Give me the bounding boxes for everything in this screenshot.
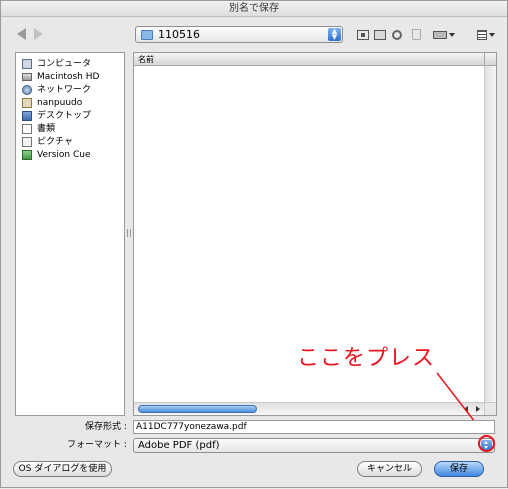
column-header-name[interactable]: 名前 xyxy=(134,53,484,66)
sidebar-item-label: デスクトップ xyxy=(37,111,92,121)
sidebar-item-computer[interactable]: コンピュータ xyxy=(20,58,124,71)
network-icon xyxy=(22,85,32,95)
popup-stepper-icon[interactable]: ▲ ▼ xyxy=(328,28,341,41)
path-popup[interactable]: 110516 ▲ ▼ xyxy=(135,26,343,43)
window-title: 別名で保存 xyxy=(1,1,507,17)
splitter-handle[interactable] xyxy=(127,229,131,237)
sidebar-item-label: コンピュータ xyxy=(37,59,92,69)
new-folder-icon[interactable] xyxy=(357,30,369,40)
desktop-icon[interactable] xyxy=(374,30,386,40)
sidebar-item-home[interactable]: nanpuudo xyxy=(20,97,124,110)
documents-icon xyxy=(22,124,32,134)
vertical-scrollbar[interactable] xyxy=(484,66,496,403)
cancel-button[interactable]: キャンセル xyxy=(357,461,422,477)
sidebar: コンピュータ Macintosh HD ネットワーク nanpuudo デスクト… xyxy=(15,52,125,416)
hard-drive-icon xyxy=(22,73,32,81)
drive-icon[interactable] xyxy=(433,31,447,39)
view-menu-arrow-icon[interactable] xyxy=(489,33,495,37)
home-icon xyxy=(22,98,32,108)
sidebar-item-documents[interactable]: 書類 xyxy=(20,123,124,136)
sidebar-item-desktop[interactable]: デスクトップ xyxy=(20,110,124,123)
desktop-icon xyxy=(22,111,32,121)
sidebar-item-macintosh-hd[interactable]: Macintosh HD xyxy=(20,71,124,84)
save-button[interactable]: 保存 xyxy=(434,461,484,477)
save-dialog-window: 別名で保存 110516 ▲ ▼ コンピュータ Macintosh HD ネットワ… xyxy=(0,0,508,488)
annotation-highlight-ring xyxy=(478,435,495,452)
sidebar-item-network[interactable]: ネットワーク xyxy=(20,84,124,97)
trash-icon[interactable] xyxy=(412,29,421,40)
os-dialog-button[interactable]: OS ダイアログを使用 xyxy=(13,461,112,477)
pictures-icon xyxy=(22,137,32,147)
horizontal-scrollbar[interactable] xyxy=(134,402,484,415)
folder-icon xyxy=(141,30,153,40)
list-view-icon[interactable] xyxy=(477,30,487,40)
sidebar-item-label: Version Cue xyxy=(37,150,91,160)
sidebar-item-label: ネットワーク xyxy=(37,85,92,95)
scroll-corner xyxy=(484,402,496,415)
sidebar-item-label: nanpuudo xyxy=(37,98,83,108)
format-popup[interactable]: Adobe PDF (pdf) xyxy=(133,438,495,453)
sidebar-item-pictures[interactable]: ピクチャ xyxy=(20,136,124,149)
refresh-icon[interactable] xyxy=(392,30,402,40)
scroll-left-arrow-icon[interactable] xyxy=(464,406,468,412)
horizontal-scroll-thumb[interactable] xyxy=(138,405,257,413)
format-label: フォーマット : xyxy=(67,440,127,450)
filename-field[interactable]: A11DC777yonezawa.pdf xyxy=(133,420,495,434)
drive-menu-arrow-icon[interactable] xyxy=(449,33,455,37)
toolbar: 110516 ▲ ▼ xyxy=(1,19,507,49)
version-cue-icon xyxy=(22,150,32,160)
scroll-right-arrow-icon[interactable] xyxy=(476,406,480,412)
path-label: 110516 xyxy=(158,28,200,41)
computer-icon xyxy=(22,59,32,69)
sidebar-item-version-cue[interactable]: Version Cue xyxy=(20,149,124,162)
back-arrow-icon[interactable] xyxy=(17,28,26,40)
sidebar-item-label: Macintosh HD xyxy=(37,72,100,82)
annotation-label: ここをプレス xyxy=(297,346,436,371)
column-header-corner xyxy=(484,53,496,66)
forward-arrow-icon[interactable] xyxy=(34,28,43,40)
sidebar-item-label: 書類 xyxy=(37,124,56,134)
column-header-label: 名前 xyxy=(138,55,154,64)
sidebar-item-label: ピクチャ xyxy=(37,137,73,147)
filename-label: 保存形式 : xyxy=(85,422,127,432)
format-value: Adobe PDF (pdf) xyxy=(138,440,220,451)
